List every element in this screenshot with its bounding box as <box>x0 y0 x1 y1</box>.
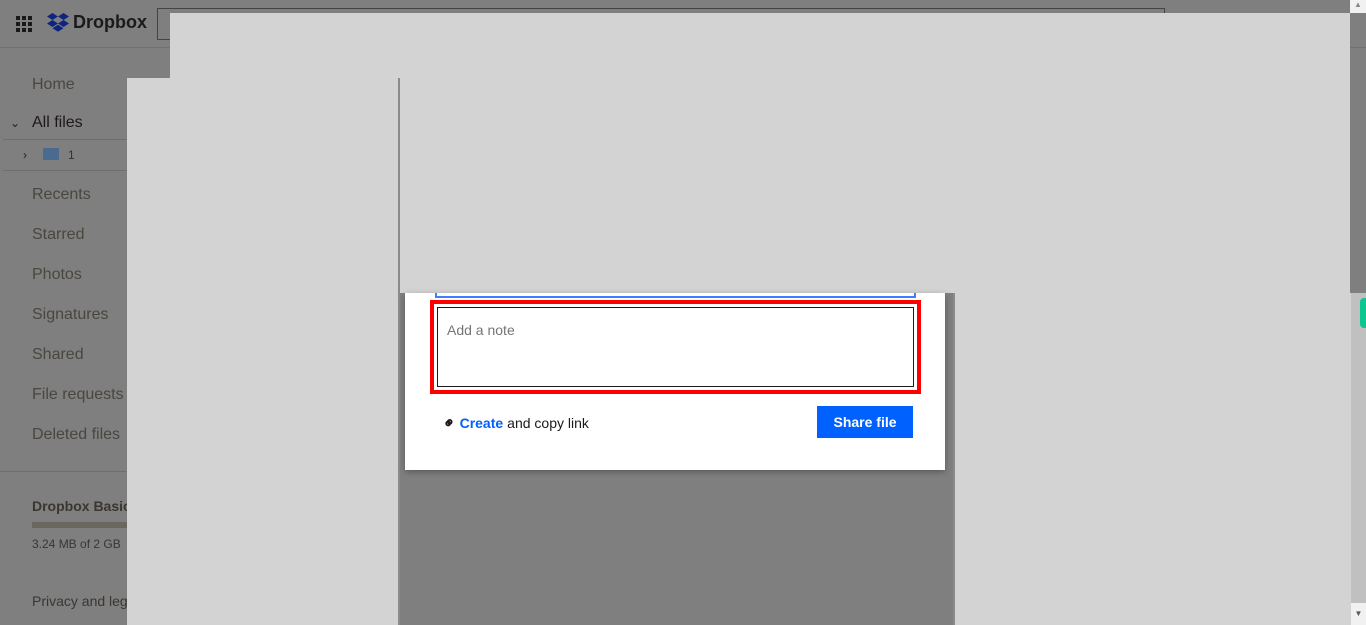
divider <box>3 170 127 171</box>
share-file-button[interactable]: Share file <box>817 406 913 438</box>
side-tab[interactable] <box>1360 298 1366 328</box>
chevron-right-icon[interactable]: › <box>23 148 27 162</box>
copy-link-label: and copy link <box>507 415 589 431</box>
chevron-down-icon[interactable]: ⌄ <box>10 116 20 130</box>
storage-usage: 3.24 MB of 2 GB <box>32 537 121 551</box>
sidebar-item-all-files[interactable]: All files <box>32 114 83 132</box>
sidebar-item-file-requests[interactable]: File requests <box>32 386 124 404</box>
app-grid-icon[interactable] <box>16 16 32 32</box>
overlay-panel <box>953 293 1351 625</box>
sidebar-item-photos[interactable]: Photos <box>32 266 82 284</box>
scroll-up-icon[interactable]: ▲ <box>1350 0 1366 13</box>
app-name: Dropbox <box>73 12 147 32</box>
divider <box>3 139 127 140</box>
sidebar-item-shared[interactable]: Shared <box>32 346 84 364</box>
recipient-input[interactable] <box>435 293 916 298</box>
scroll-down-icon[interactable]: ▼ <box>1351 603 1366 625</box>
sidebar-item-home[interactable]: Home <box>32 76 75 94</box>
overlay-panel <box>127 78 400 625</box>
folder-icon <box>43 148 59 160</box>
folder-item[interactable]: 1 <box>68 148 75 162</box>
note-highlight <box>430 300 921 394</box>
sidebar-item-deleted-files[interactable]: Deleted files <box>32 426 120 444</box>
privacy-link[interactable]: Privacy and legal <box>32 593 139 609</box>
create-link-row: ⚭ Create and copy link <box>439 413 589 434</box>
sidebar-item-starred[interactable]: Starred <box>32 226 84 244</box>
scrollbar[interactable]: ▼ <box>1351 293 1366 625</box>
sidebar-item-signatures[interactable]: Signatures <box>32 306 109 324</box>
create-link-button[interactable]: Create <box>460 415 504 431</box>
plan-name: Dropbox Basic <box>32 498 131 514</box>
sidebar-item-recents[interactable]: Recents <box>32 186 91 204</box>
note-textarea[interactable] <box>437 307 914 387</box>
storage-bar <box>32 522 132 528</box>
divider <box>0 471 127 472</box>
share-modal: ⚭ Create and copy link Share file <box>405 293 945 470</box>
link-icon: ⚭ <box>439 412 461 434</box>
dropbox-logo[interactable]: Dropbox <box>47 12 147 33</box>
dropbox-icon <box>47 12 69 32</box>
